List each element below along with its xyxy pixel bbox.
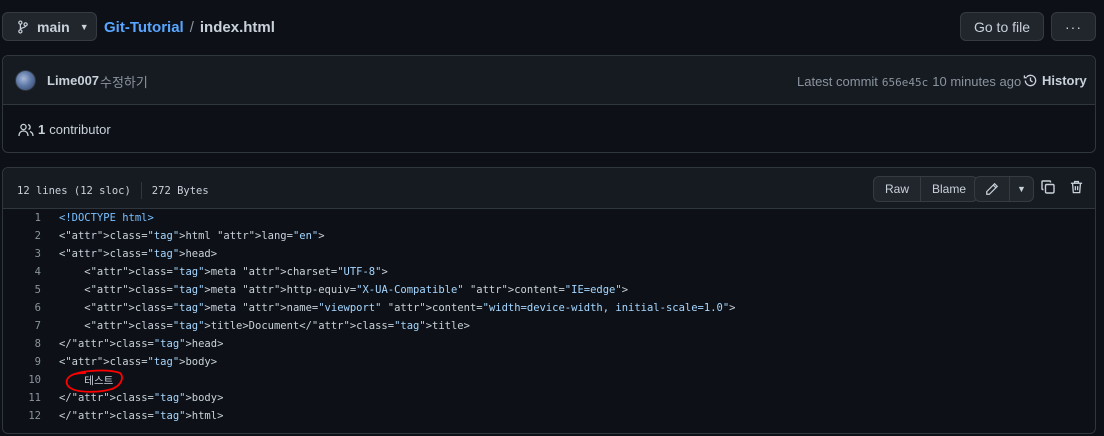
- raw-button[interactable]: Raw: [874, 177, 920, 201]
- line-number[interactable]: 10: [3, 374, 41, 386]
- code-line: 2 <"attr">class="tag">html "attr">lang="…: [3, 227, 1095, 245]
- history-icon: [1023, 74, 1037, 87]
- breadcrumb: Git-Tutorial / index.html: [104, 17, 275, 37]
- line-number[interactable]: 3: [3, 248, 41, 260]
- annotation-circle: [65, 369, 123, 393]
- code-text: </"attr">class="tag">body>: [59, 392, 224, 404]
- code-line: 11 </"attr">class="tag">body>: [3, 389, 1095, 407]
- line-number[interactable]: 6: [3, 302, 41, 314]
- code-text: <"attr">class="tag">meta "attr">charset=…: [59, 266, 388, 278]
- commit-message[interactable]: 수정하기: [100, 72, 148, 91]
- line-count: 12 lines (12 sloc): [17, 184, 131, 197]
- branch-icon: [18, 19, 28, 34]
- line-number[interactable]: 9: [3, 356, 41, 368]
- history-link[interactable]: History: [1023, 73, 1087, 88]
- edit-button[interactable]: [975, 177, 1009, 201]
- commit-sha[interactable]: 656e45c: [882, 76, 928, 89]
- chevron-down-icon: ▼: [79, 21, 89, 32]
- pencil-icon: [986, 182, 999, 195]
- line-number[interactable]: 4: [3, 266, 41, 278]
- contributors-count: 1: [38, 122, 46, 137]
- commit-info-box: Lime007 수정하기 Latest commit 656e45c 10 mi…: [2, 55, 1096, 153]
- latest-commit-label: Latest commit: [797, 74, 878, 89]
- code-line: 8 </"attr">class="tag">head>: [3, 335, 1095, 353]
- trash-icon[interactable]: [1069, 179, 1084, 195]
- line-number[interactable]: 12: [3, 410, 41, 422]
- copy-icon[interactable]: [1040, 179, 1056, 195]
- code-text: <"attr">class="tag">title>Document</"att…: [59, 320, 470, 332]
- contributors-link[interactable]: 1 contributor: [18, 122, 111, 137]
- file-info-divider: [140, 182, 142, 199]
- edit-group: ▼: [974, 176, 1034, 202]
- code-line: 10 테스트: [3, 371, 1095, 389]
- raw-blame-group: Raw Blame: [873, 176, 979, 202]
- repo-link[interactable]: Git-Tutorial: [104, 19, 184, 36]
- commit-author[interactable]: Lime007: [47, 73, 99, 88]
- code-text: </"attr">class="tag">html>: [59, 410, 224, 422]
- kebab-icon: ···: [1065, 18, 1082, 35]
- code-line: 7 <"attr">class="tag">title>Document</"a…: [3, 317, 1095, 335]
- avatar[interactable]: [15, 70, 36, 91]
- code-block: 1 <!DOCTYPE html> 2 <"attr">class="tag">…: [3, 209, 1095, 425]
- people-icon: [18, 123, 34, 136]
- line-number[interactable]: 1: [3, 212, 41, 224]
- more-options-button[interactable]: ···: [1051, 12, 1096, 41]
- contributors-label: contributor: [49, 122, 111, 137]
- code-line: 12 </"attr">class="tag">html>: [3, 407, 1095, 425]
- file-size: 272 Bytes: [151, 184, 209, 197]
- file-header: 12 lines (12 sloc) 272 Bytes Raw Blame ▼: [3, 168, 1095, 209]
- code-line: 4 <"attr">class="tag">meta "attr">charse…: [3, 263, 1095, 281]
- file-viewer: 12 lines (12 sloc) 272 Bytes Raw Blame ▼: [2, 167, 1096, 434]
- blame-button[interactable]: Blame: [920, 177, 977, 201]
- file-name: index.html: [199, 18, 275, 36]
- code-line: 3 <"attr">class="tag">head>: [3, 245, 1095, 263]
- code-text: </"attr">class="tag">head>: [59, 338, 224, 350]
- code-line: 5 <"attr">class="tag">meta "attr">http-e…: [3, 281, 1095, 299]
- latest-commit-row: Lime007 수정하기 Latest commit 656e45c 10 mi…: [3, 56, 1095, 105]
- branch-select-button[interactable]: main ▼: [2, 12, 97, 41]
- chevron-down-icon: ▼: [1017, 184, 1026, 194]
- breadcrumb-separator: /: [189, 18, 194, 36]
- code-text: <!DOCTYPE html>: [59, 212, 154, 224]
- code-line: 6 <"attr">class="tag">meta "attr">name="…: [3, 299, 1095, 317]
- history-label: History: [1042, 73, 1087, 88]
- line-number[interactable]: 2: [3, 230, 41, 242]
- line-number[interactable]: 11: [3, 392, 41, 404]
- code-text: <"attr">class="tag">meta "attr">name="vi…: [59, 302, 736, 314]
- branch-name: main: [37, 18, 70, 35]
- code-text: <"attr">class="tag">html "attr">lang="en…: [59, 230, 325, 242]
- line-number[interactable]: 5: [3, 284, 41, 296]
- line-number[interactable]: 8: [3, 338, 41, 350]
- latest-commit-info: Latest commit 656e45c 10 minutes ago: [797, 74, 1021, 89]
- edit-dropdown-button[interactable]: ▼: [1009, 177, 1033, 201]
- code-line: 1 <!DOCTYPE html>: [3, 209, 1095, 227]
- code-text: <"attr">class="tag">head>: [59, 248, 218, 260]
- code-text: <"attr">class="tag">meta "attr">http-equ…: [59, 284, 629, 296]
- commit-time: 10 minutes ago: [932, 74, 1022, 89]
- file-info: 12 lines (12 sloc) 272 Bytes: [17, 182, 209, 199]
- go-to-file-button[interactable]: Go to file: [960, 12, 1044, 41]
- line-number[interactable]: 7: [3, 320, 41, 332]
- code-line: 9 <"attr">class="tag">body>: [3, 353, 1095, 371]
